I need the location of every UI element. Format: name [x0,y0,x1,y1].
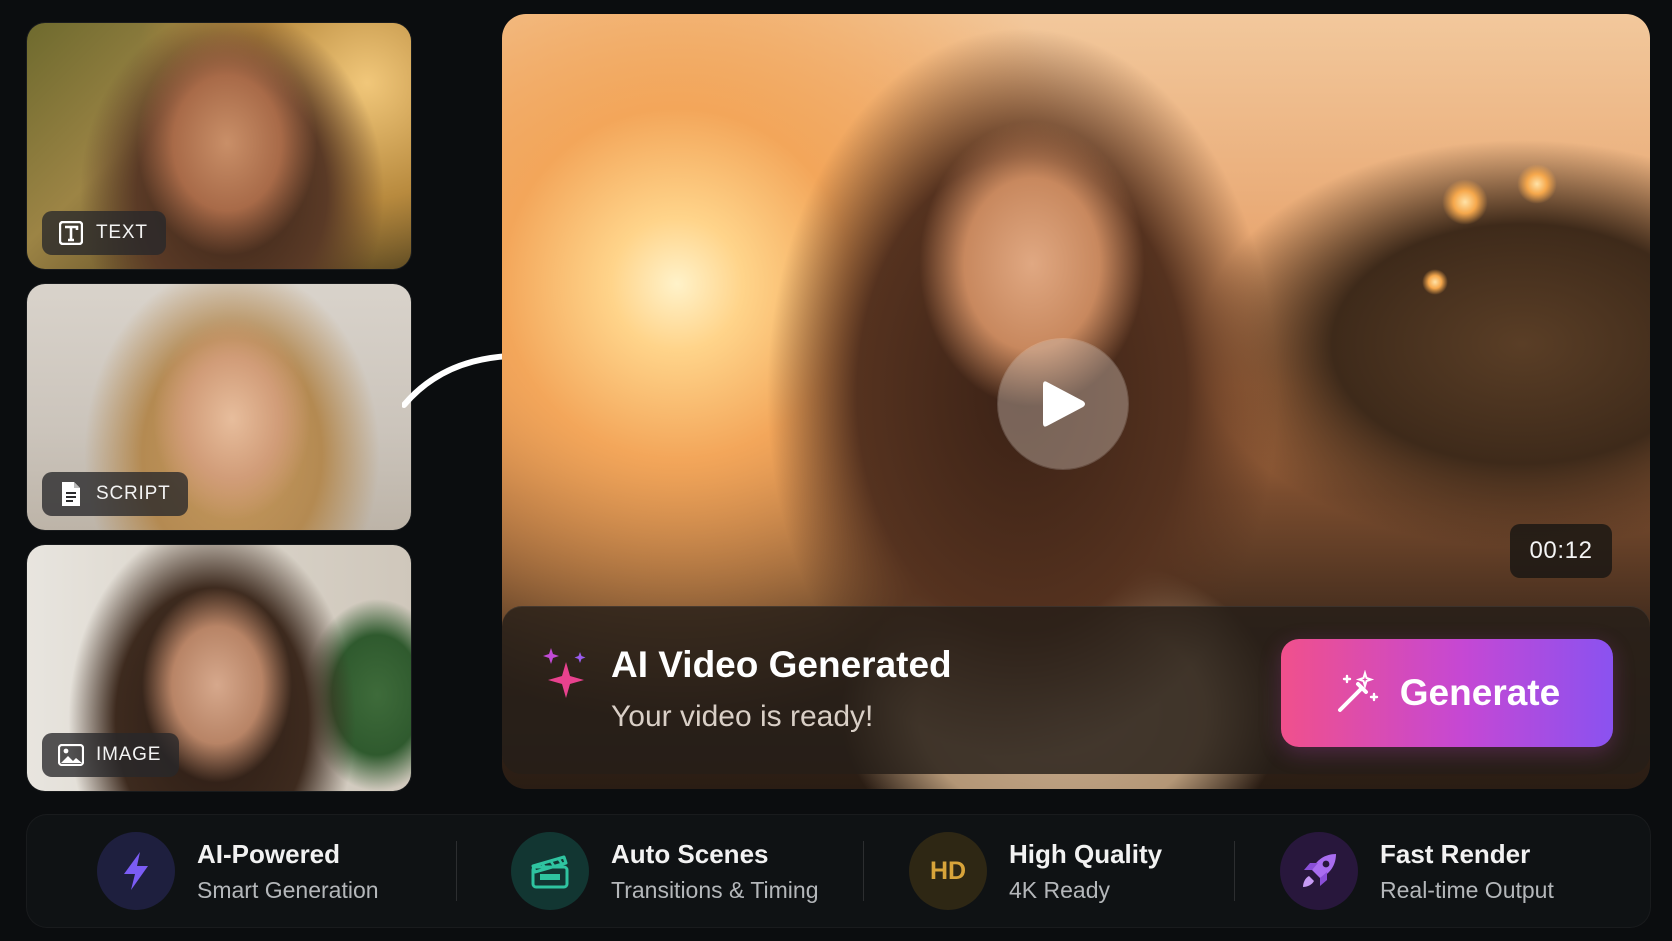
feature-subtitle: Real-time Output [1380,876,1554,903]
text-tag: TEXT [42,211,166,255]
generate-button[interactable]: Generate [1281,639,1613,747]
image-tag: IMAGE [42,733,180,777]
divider [456,841,457,901]
thumbnail-text[interactable]: TEXT [27,23,411,269]
feature-title: High Quality [1009,838,1163,869]
features-bar: AI-Powered Smart Generation Auto Scenes … [27,815,1650,927]
status-title: AI Video Generated [611,644,952,685]
image-icon [58,742,84,768]
tag-label: SCRIPT [96,483,171,504]
generate-label: Generate [1399,672,1561,713]
hd-badge: HD [929,856,967,885]
document-icon [58,481,84,507]
script-tag: SCRIPT [42,472,189,516]
thumbnail-script[interactable]: SCRIPT [27,284,411,530]
feature-subtitle: 4K Ready [1009,876,1111,903]
feature-title: Auto Scenes [611,838,769,869]
lightning-icon [97,832,175,910]
video-preview[interactable]: 00:12 AI Video Generated Your video is r… [502,14,1650,789]
status-subtitle: Your video is ready! [611,700,874,733]
thumbnail-image[interactable]: IMAGE [27,545,411,791]
feature-subtitle: Transitions & Timing [611,876,819,903]
sparkle-icon [543,648,586,698]
divider [863,841,864,901]
rocket-icon [1280,832,1358,910]
play-button[interactable] [998,339,1128,469]
feature-ai-powered: AI-Powered Smart Generation [97,815,379,927]
clapperboard-icon [511,832,589,910]
lamp-light [1517,164,1557,204]
text-icon [58,220,84,246]
status-panel: AI Video Generated Your video is ready! … [502,606,1650,774]
feature-auto-scenes: Auto Scenes Transitions & Timing [511,815,819,927]
lamp-light [1442,179,1488,225]
feature-subtitle: Smart Generation [197,876,379,903]
magic-wand-icon [1337,670,1378,712]
feature-title: AI-Powered [197,838,341,869]
divider [1234,841,1235,901]
feature-high-quality: HD High Quality 4K Ready [909,815,1162,927]
duration-badge: 00:12 [1510,524,1612,578]
lamp-light [1422,269,1448,295]
play-icon [1043,381,1085,427]
feature-fast-render: Fast Render Real-time Output [1280,815,1554,927]
feature-title: Fast Render [1380,838,1531,869]
tag-label: IMAGE [96,744,162,765]
hd-icon: HD [909,832,987,910]
tag-label: TEXT [96,222,148,243]
